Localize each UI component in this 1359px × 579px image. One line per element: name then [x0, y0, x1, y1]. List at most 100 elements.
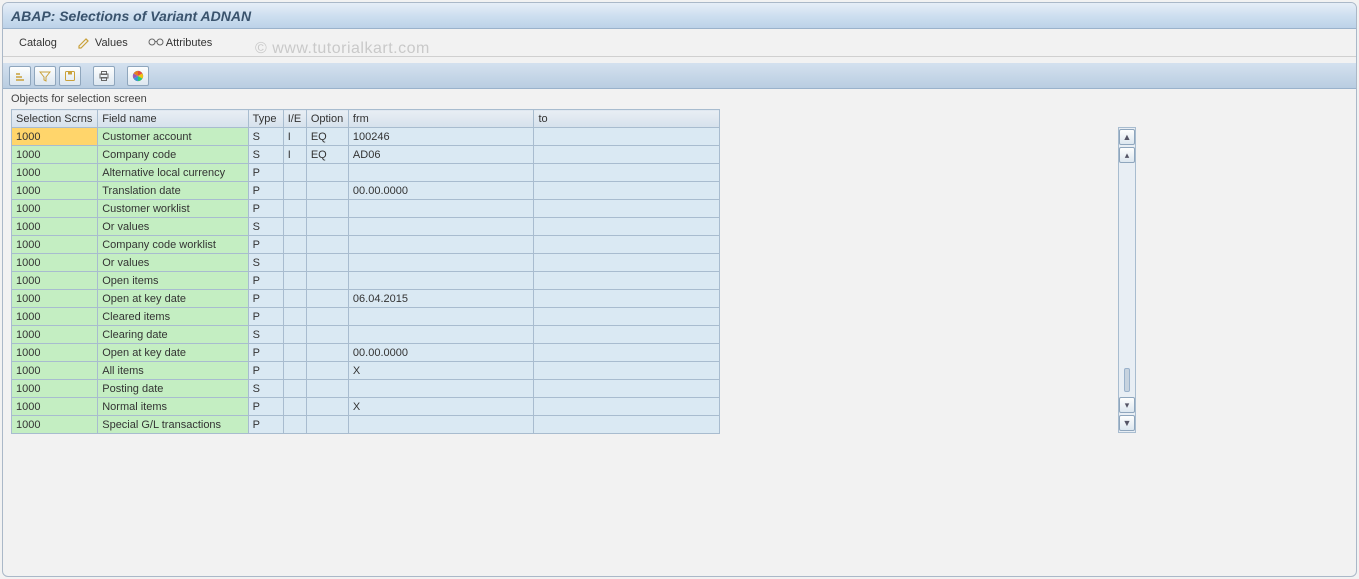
- col-header-type[interactable]: Type: [248, 110, 283, 128]
- cell-ie[interactable]: [283, 290, 306, 308]
- cell-option[interactable]: [306, 218, 348, 236]
- cell-from[interactable]: 100246: [348, 128, 534, 146]
- cell-from[interactable]: [348, 272, 534, 290]
- cell-ie[interactable]: [283, 398, 306, 416]
- cell-option[interactable]: [306, 326, 348, 344]
- cell-option[interactable]: [306, 182, 348, 200]
- table-row[interactable]: 1000Customer worklistP: [12, 200, 720, 218]
- cell-option[interactable]: [306, 164, 348, 182]
- col-header-ie[interactable]: I/E: [283, 110, 306, 128]
- cell-ie[interactable]: [283, 362, 306, 380]
- sort-asc-button[interactable]: [9, 66, 31, 86]
- cell-selection-screen[interactable]: 1000: [12, 182, 98, 200]
- scroll-up-button[interactable]: ▴: [1119, 147, 1135, 163]
- print-button[interactable]: [93, 66, 115, 86]
- cell-to[interactable]: [534, 146, 720, 164]
- cell-ie[interactable]: [283, 416, 306, 434]
- col-header-frm[interactable]: frm: [348, 110, 534, 128]
- cell-field-name[interactable]: Open at key date: [98, 344, 248, 362]
- cell-selection-screen[interactable]: 1000: [12, 362, 98, 380]
- cell-option[interactable]: [306, 362, 348, 380]
- table-row[interactable]: 1000Open at key dateP06.04.2015: [12, 290, 720, 308]
- cell-field-name[interactable]: Customer account: [98, 128, 248, 146]
- cell-from[interactable]: [348, 218, 534, 236]
- cell-type[interactable]: P: [248, 290, 283, 308]
- cell-selection-screen[interactable]: 1000: [12, 236, 98, 254]
- cell-selection-screen[interactable]: 1000: [12, 200, 98, 218]
- table-row[interactable]: 1000Normal itemsPX: [12, 398, 720, 416]
- cell-from[interactable]: X: [348, 362, 534, 380]
- cell-to[interactable]: [534, 164, 720, 182]
- cell-field-name[interactable]: Or values: [98, 254, 248, 272]
- cell-field-name[interactable]: Special G/L transactions: [98, 416, 248, 434]
- cell-field-name[interactable]: Cleared items: [98, 308, 248, 326]
- cell-from[interactable]: [348, 326, 534, 344]
- cell-selection-screen[interactable]: 1000: [12, 290, 98, 308]
- vertical-scrollbar[interactable]: ▲ ▴ ▾ ▼: [1118, 127, 1136, 433]
- cell-from[interactable]: X: [348, 398, 534, 416]
- cell-selection-screen[interactable]: 1000: [12, 272, 98, 290]
- cell-selection-screen[interactable]: 1000: [12, 164, 98, 182]
- table-row[interactable]: 1000Alternative local currencyP: [12, 164, 720, 182]
- cell-type[interactable]: S: [248, 380, 283, 398]
- table-row[interactable]: 1000Company codeSIEQAD06: [12, 146, 720, 164]
- cell-ie[interactable]: [283, 182, 306, 200]
- save-button[interactable]: [59, 66, 81, 86]
- table-row[interactable]: 1000All itemsPX: [12, 362, 720, 380]
- cell-field-name[interactable]: Translation date: [98, 182, 248, 200]
- table-row[interactable]: 1000Clearing dateS: [12, 326, 720, 344]
- cell-ie[interactable]: [283, 308, 306, 326]
- table-row[interactable]: 1000Cleared itemsP: [12, 308, 720, 326]
- cell-field-name[interactable]: Alternative local currency: [98, 164, 248, 182]
- cell-from[interactable]: [348, 380, 534, 398]
- cell-type[interactable]: P: [248, 362, 283, 380]
- cell-selection-screen[interactable]: 1000: [12, 218, 98, 236]
- cell-option[interactable]: EQ: [306, 128, 348, 146]
- cell-from[interactable]: [348, 200, 534, 218]
- cell-type[interactable]: S: [248, 146, 283, 164]
- cell-selection-screen[interactable]: 1000: [12, 380, 98, 398]
- cell-ie[interactable]: [283, 200, 306, 218]
- cell-ie[interactable]: [283, 344, 306, 362]
- cell-option[interactable]: [306, 290, 348, 308]
- cell-option[interactable]: [306, 200, 348, 218]
- table-row[interactable]: 1000Or valuesS: [12, 254, 720, 272]
- scroll-thumb-indicator[interactable]: [1124, 368, 1130, 392]
- cell-selection-screen[interactable]: 1000: [12, 146, 98, 164]
- col-header-option[interactable]: Option: [306, 110, 348, 128]
- cell-to[interactable]: [534, 128, 720, 146]
- cell-field-name[interactable]: Open items: [98, 272, 248, 290]
- menu-values[interactable]: Values: [69, 34, 136, 52]
- cell-type[interactable]: P: [248, 182, 283, 200]
- scroll-down-button[interactable]: ▾: [1119, 397, 1135, 413]
- cell-type[interactable]: P: [248, 164, 283, 182]
- cell-selection-screen[interactable]: 1000: [12, 326, 98, 344]
- table-row[interactable]: 1000Company code worklistP: [12, 236, 720, 254]
- cell-option[interactable]: [306, 236, 348, 254]
- cell-type[interactable]: P: [248, 416, 283, 434]
- table-row[interactable]: 1000Translation dateP00.00.0000: [12, 182, 720, 200]
- col-header-field[interactable]: Field name: [98, 110, 248, 128]
- cell-field-name[interactable]: Customer worklist: [98, 200, 248, 218]
- cell-type[interactable]: P: [248, 344, 283, 362]
- cell-type[interactable]: S: [248, 128, 283, 146]
- cell-type[interactable]: S: [248, 326, 283, 344]
- col-header-scrn[interactable]: Selection Scrns: [12, 110, 98, 128]
- cell-selection-screen[interactable]: 1000: [12, 128, 98, 146]
- cell-field-name[interactable]: Company code: [98, 146, 248, 164]
- cell-type[interactable]: P: [248, 200, 283, 218]
- col-header-to[interactable]: to: [534, 110, 720, 128]
- cell-selection-screen[interactable]: 1000: [12, 308, 98, 326]
- cell-to[interactable]: [534, 182, 720, 200]
- cell-to[interactable]: [534, 200, 720, 218]
- table-row[interactable]: 1000Or valuesS: [12, 218, 720, 236]
- cell-field-name[interactable]: Clearing date: [98, 326, 248, 344]
- cell-option[interactable]: [306, 254, 348, 272]
- cell-to[interactable]: [534, 272, 720, 290]
- cell-option[interactable]: [306, 416, 348, 434]
- cell-option[interactable]: [306, 398, 348, 416]
- cell-selection-screen[interactable]: 1000: [12, 254, 98, 272]
- cell-type[interactable]: P: [248, 236, 283, 254]
- scroll-down-bottom-button[interactable]: ▼: [1119, 415, 1135, 431]
- cell-option[interactable]: [306, 308, 348, 326]
